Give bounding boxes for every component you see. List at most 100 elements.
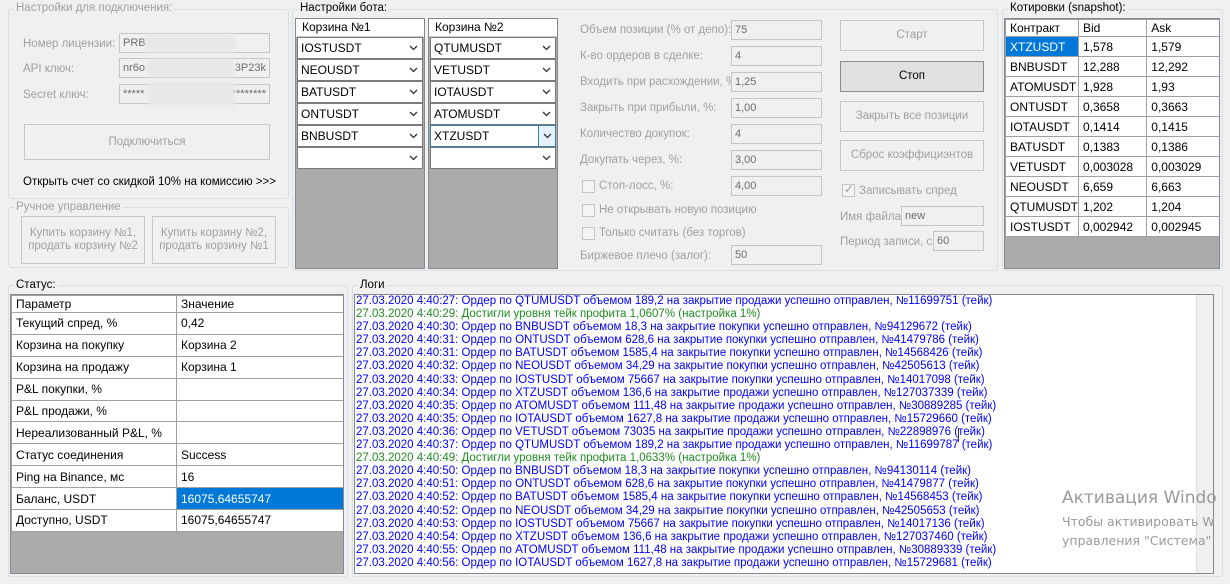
status-cell[interactable]: Доступно, USDT <box>11 509 177 532</box>
quotes-cell[interactable]: 1,579 <box>1146 36 1219 57</box>
quotes-column-header[interactable]: Ask <box>1146 19 1219 37</box>
param-spin-field[interactable]: 1,25 <box>731 72 822 92</box>
quotes-cell[interactable]: ONTUSDT <box>1005 96 1079 117</box>
chevron-down-icon[interactable] <box>405 82 422 102</box>
quotes-cell[interactable]: 12,292 <box>1146 56 1219 77</box>
param-spin-field[interactable]: 3,00 <box>731 150 822 170</box>
status-cell[interactable] <box>176 399 343 423</box>
basket2-combo[interactable]: XTZUSDT <box>430 125 556 147</box>
status-cell[interactable]: 0,42 <box>176 312 343 335</box>
basket2-combo[interactable]: ATOMUSDT <box>430 103 556 125</box>
basket1-combo[interactable]: NEOUSDT <box>297 59 423 81</box>
buy-basket2-button[interactable]: Купить корзину №2, продать корзину №1 <box>152 216 276 264</box>
basket1-combo[interactable]: IOSTUSDT <box>297 37 423 59</box>
quotes-cell[interactable]: 0,003028 <box>1077 156 1148 177</box>
basket1-combo[interactable]: BNBUSDT <box>297 125 423 147</box>
status-row[interactable]: Нереализованный P&L, % <box>11 421 343 445</box>
quotes-column-header[interactable]: Bid <box>1077 19 1148 37</box>
status-cell[interactable]: Ping на Binance, мс <box>11 465 177 489</box>
param-spin-field[interactable]: 1,00 <box>731 98 822 118</box>
status-cell[interactable]: Корзина на продажу <box>11 355 177 379</box>
period-field[interactable]: 60 <box>933 231 984 251</box>
quotes-cell[interactable]: 1,93 <box>1146 76 1219 97</box>
quotes-cell[interactable]: BATUSDT <box>1005 136 1079 157</box>
quotes-cell[interactable]: 6,659 <box>1077 176 1148 197</box>
chevron-down-icon[interactable] <box>405 60 422 80</box>
param-spin-field[interactable]: 4,00 <box>731 176 822 196</box>
quotes-row[interactable]: BNBUSDT 12,288 12,292 <box>1005 56 1219 77</box>
quotes-row[interactable]: BATUSDT 0,1383 0,1386 <box>1005 136 1219 157</box>
log-scrollbar[interactable] <box>1196 295 1213 573</box>
quotes-cell[interactable]: VETUSDT <box>1005 156 1079 177</box>
quotes-cell[interactable]: 0,1415 <box>1146 116 1219 137</box>
basket2-combo[interactable]: VETUSDT <box>430 59 556 81</box>
status-row[interactable]: Доступно, USDT 16075,64655747 <box>11 509 343 532</box>
quotes-cell[interactable]: 6,663 <box>1146 176 1219 197</box>
quotes-row[interactable]: XTZUSDT 1,578 1,579 <box>1005 36 1219 57</box>
status-cell[interactable]: 16075,64655747 <box>176 487 343 511</box>
quotes-cell[interactable]: 0,3663 <box>1146 96 1219 117</box>
status-row[interactable]: P&L продажи, % <box>11 399 343 423</box>
status-cell[interactable]: Success <box>176 443 343 467</box>
stop-loss-checkbox[interactable] <box>582 180 595 193</box>
chevron-down-icon[interactable] <box>538 38 555 58</box>
quotes-cell[interactable]: 0,1383 <box>1077 136 1148 157</box>
status-row[interactable]: Ping на Binance, мс 16 <box>11 465 343 489</box>
leverage-field[interactable]: 50 <box>731 245 822 265</box>
quotes-cell[interactable]: 0,1414 <box>1077 116 1148 137</box>
quotes-cell[interactable]: XTZUSDT <box>1005 36 1079 57</box>
chevron-down-icon[interactable] <box>538 104 555 124</box>
quotes-row[interactable]: VETUSDT 0,003028 0,003029 <box>1005 156 1219 177</box>
basket2-combo[interactable] <box>430 147 556 169</box>
chevron-down-icon[interactable] <box>405 104 422 124</box>
status-row[interactable]: Корзина на покупку Корзина 2 <box>11 333 343 357</box>
quotes-cell[interactable]: 0,3658 <box>1077 96 1148 117</box>
basket1-combo[interactable]: ONTUSDT <box>297 103 423 125</box>
status-cell[interactable]: 16 <box>176 465 343 489</box>
status-column-header[interactable]: Значение <box>176 295 343 313</box>
no-new-position-checkbox[interactable] <box>582 204 595 217</box>
filename-field[interactable]: new <box>901 206 984 226</box>
param-spin-field[interactable]: 4 <box>731 124 822 144</box>
basket2-combo[interactable]: QTUMUSDT <box>430 37 556 59</box>
quotes-cell[interactable]: 1,204 <box>1146 196 1219 217</box>
status-cell[interactable] <box>176 421 343 445</box>
close-all-button[interactable]: Закрыть все позиции <box>840 101 984 132</box>
stop-button[interactable]: Стоп <box>840 61 984 92</box>
quotes-row[interactable]: QTUMUSDT 1,202 1,204 <box>1005 196 1219 217</box>
status-cell[interactable]: Нереализованный P&L, % <box>11 421 177 445</box>
quotes-row[interactable]: IOSTUSDT 0,002942 0,002945 <box>1005 216 1219 237</box>
status-cell[interactable]: Статус соединения <box>11 443 177 467</box>
quotes-cell[interactable]: IOSTUSDT <box>1005 216 1079 237</box>
chevron-down-icon[interactable] <box>538 148 555 168</box>
quotes-column-header[interactable]: Контракт <box>1005 19 1079 37</box>
basket2-combo[interactable]: IOTAUSDT <box>430 81 556 103</box>
discount-link[interactable]: Открыть счет со скидкой 10% на комиссию … <box>23 175 276 189</box>
status-cell[interactable]: Корзина на покупку <box>11 333 177 357</box>
basket1-combo[interactable] <box>297 147 423 169</box>
status-row[interactable]: Корзина на продажу Корзина 1 <box>11 355 343 379</box>
param-spin-field[interactable]: 75 <box>731 20 822 40</box>
chevron-down-icon[interactable] <box>405 38 422 58</box>
quotes-cell[interactable]: QTUMUSDT <box>1005 196 1079 217</box>
chevron-down-icon[interactable] <box>538 126 555 146</box>
record-spread-checkbox[interactable] <box>842 182 855 197</box>
quotes-cell[interactable]: IOTAUSDT <box>1005 116 1079 137</box>
status-cell[interactable]: P&L продажи, % <box>11 399 177 423</box>
quotes-cell[interactable]: 12,288 <box>1077 56 1148 77</box>
chevron-down-icon[interactable] <box>405 148 422 168</box>
status-row[interactable]: Баланс, USDT 16075,64655747 <box>11 487 343 511</box>
status-cell[interactable]: Баланс, USDT <box>11 487 177 511</box>
status-row[interactable]: Статус соединения Success <box>11 443 343 467</box>
status-cell[interactable]: P&L покупки, % <box>11 377 177 401</box>
quotes-cell[interactable]: 1,202 <box>1077 196 1148 217</box>
status-cell[interactable]: Корзина 2 <box>176 333 343 357</box>
quotes-cell[interactable]: NEOUSDT <box>1005 176 1079 197</box>
status-row[interactable]: Текущий спред, % 0,42 <box>11 312 343 335</box>
chevron-down-icon[interactable] <box>538 82 555 102</box>
quotes-row[interactable]: NEOUSDT 6,659 6,663 <box>1005 176 1219 197</box>
log-box[interactable]: 27.03.2020 4:40:27: Ордер по QTUMUSDT об… <box>354 294 1214 574</box>
status-column-header[interactable]: Параметр <box>11 295 177 313</box>
param-spin-field[interactable]: 4 <box>731 46 822 66</box>
quotes-row[interactable]: ATOMUSDT 1,928 1,93 <box>1005 76 1219 97</box>
